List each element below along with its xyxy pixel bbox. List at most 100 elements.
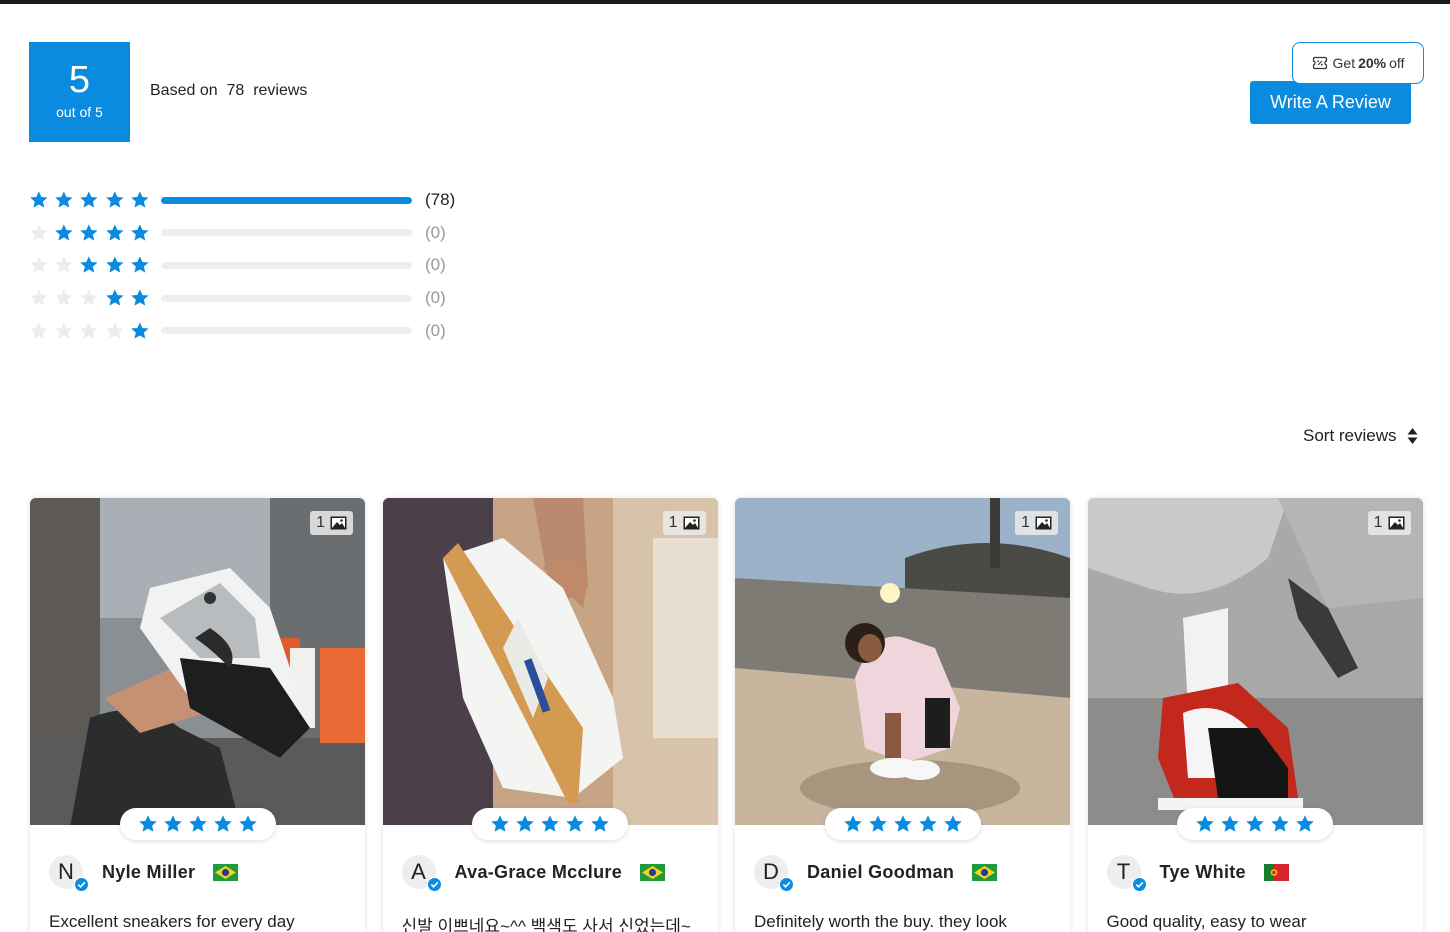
star-filled-icon (1246, 815, 1264, 832)
reviewer-name: Nyle Miller (102, 861, 196, 882)
star-filled-icon (893, 815, 912, 832)
rating-row-count: (78) (425, 190, 456, 210)
star-filled-icon (1221, 815, 1239, 832)
star-filled-icon (80, 256, 98, 274)
rating-row-bar (161, 294, 412, 302)
review-text: Excellent sneakers for every day (49, 912, 295, 931)
star-filled-icon (138, 815, 157, 832)
average-score: 5 (68, 59, 91, 101)
image-icon (683, 516, 699, 530)
avatar-initial: D (763, 859, 779, 884)
image-icon (1035, 516, 1052, 530)
star-filled-icon (1271, 815, 1289, 832)
star-filled-icon (105, 256, 124, 274)
star-filled-icon (55, 224, 73, 241)
review-rating (1177, 808, 1333, 840)
rating-row-1[interactable]: (0) (29, 314, 455, 347)
avatar: N (49, 855, 89, 892)
star-filled-icon (1296, 815, 1314, 832)
star-empty-icon (55, 322, 73, 339)
avatar: D (754, 855, 794, 892)
star-empty-icon (55, 256, 73, 274)
rating-distribution: (78) (0) (0) (0) (0) (29, 184, 455, 347)
reviewer-info: T Tye White (1106, 855, 1289, 892)
star-filled-icon (1196, 815, 1214, 832)
star-empty-icon (55, 289, 73, 306)
star-filled-icon (130, 224, 149, 241)
red-sneaker-photo (1087, 498, 1423, 825)
rating-row-stars (29, 190, 155, 210)
avatar: T (1106, 855, 1147, 892)
sort-icon (1407, 428, 1418, 444)
rating-row-stars (29, 223, 155, 243)
star-filled-icon (55, 191, 73, 208)
rating-row-bar (161, 327, 412, 335)
star-filled-icon (130, 191, 149, 208)
star-filled-icon (943, 815, 962, 832)
star-filled-icon (80, 191, 98, 208)
rating-row-4[interactable]: (0) (29, 217, 455, 250)
image-count-badge: 1 (310, 511, 353, 535)
review-card[interactable]: 1 A Ava-Grace Mcclure 신발 이쁘네요~^^ 백색도 사서 … (382, 498, 718, 932)
sort-reviews-button[interactable]: Sort reviews (1303, 426, 1418, 446)
star-empty-icon (105, 322, 124, 339)
write-review-button[interactable]: Write A Review (1250, 81, 1411, 124)
star-filled-icon (105, 289, 124, 306)
ticket-icon (1312, 56, 1327, 70)
star-filled-icon (188, 815, 207, 832)
reviewer-info: N Nyle Miller (49, 855, 239, 892)
star-filled-icon (918, 815, 937, 832)
reviewer-info: D Daniel Goodman (754, 855, 998, 892)
star-filled-icon (130, 322, 149, 339)
review-count-text: Based on 78 reviews (150, 82, 308, 99)
rating-row-3[interactable]: (0) (29, 249, 455, 282)
coupon-badge[interactable]: Get 20% off (1292, 42, 1424, 84)
rating-row-5[interactable]: (78) (29, 184, 455, 217)
image-count-badge: 1 (1015, 511, 1058, 535)
review-card[interactable]: 1 T Tye White Good quality, easy to wear (1087, 498, 1423, 932)
review-photo[interactable]: 1 (382, 498, 718, 825)
review-text: Definitely worth the buy. they look (754, 912, 1007, 931)
image-count-badge: 1 (662, 511, 706, 535)
coupon-suffix: off (1389, 55, 1405, 71)
star-filled-icon (868, 815, 887, 832)
score-scale: out of 5 (56, 104, 103, 120)
riverbank-photo (735, 498, 1070, 825)
image-count: 1 (1373, 514, 1383, 531)
star-empty-icon (30, 256, 48, 274)
review-card[interactable]: 1 N Nyle Miller Excellent sneakers for e… (30, 498, 365, 932)
rating-row-bar (161, 261, 412, 269)
image-count: 1 (316, 514, 325, 531)
reviewer-info: A Ava-Grace Mcclure (401, 855, 666, 892)
image-icon (1388, 516, 1404, 530)
rating-row-2[interactable]: (0) (29, 282, 455, 315)
image-count: 1 (1021, 514, 1030, 531)
review-photo[interactable]: 1 (735, 498, 1070, 825)
brazil-flag-icon (972, 863, 998, 881)
review-photo[interactable]: 1 (1087, 498, 1423, 825)
star-filled-icon (238, 815, 257, 832)
star-filled-icon (105, 224, 124, 241)
verified-check-icon (1131, 877, 1147, 892)
review-text: Good quality, easy to wear (1106, 912, 1307, 931)
review-card[interactable]: 1 D Daniel Goodman Definitely worth the … (735, 498, 1070, 932)
star-empty-icon (30, 224, 48, 241)
image-icon (330, 516, 347, 530)
star-filled-icon (130, 256, 149, 274)
white-sneaker-photo (382, 498, 718, 825)
review-rating (824, 808, 981, 840)
image-count-badge: 1 (1367, 511, 1411, 535)
star-filled-icon (213, 815, 232, 832)
star-filled-icon (541, 815, 559, 832)
star-filled-icon (163, 815, 182, 832)
star-filled-icon (843, 815, 862, 832)
sort-label: Sort reviews (1303, 426, 1397, 445)
avatar-initial: N (58, 859, 74, 884)
coupon-amount: 20% (1358, 55, 1387, 71)
rating-row-bar (161, 229, 412, 237)
review-photo[interactable]: 1 (30, 498, 365, 825)
star-filled-icon (80, 224, 98, 241)
top-border (0, 0, 1450, 4)
avatar-initial: T (1116, 859, 1131, 884)
rating-row-bar (161, 196, 412, 204)
